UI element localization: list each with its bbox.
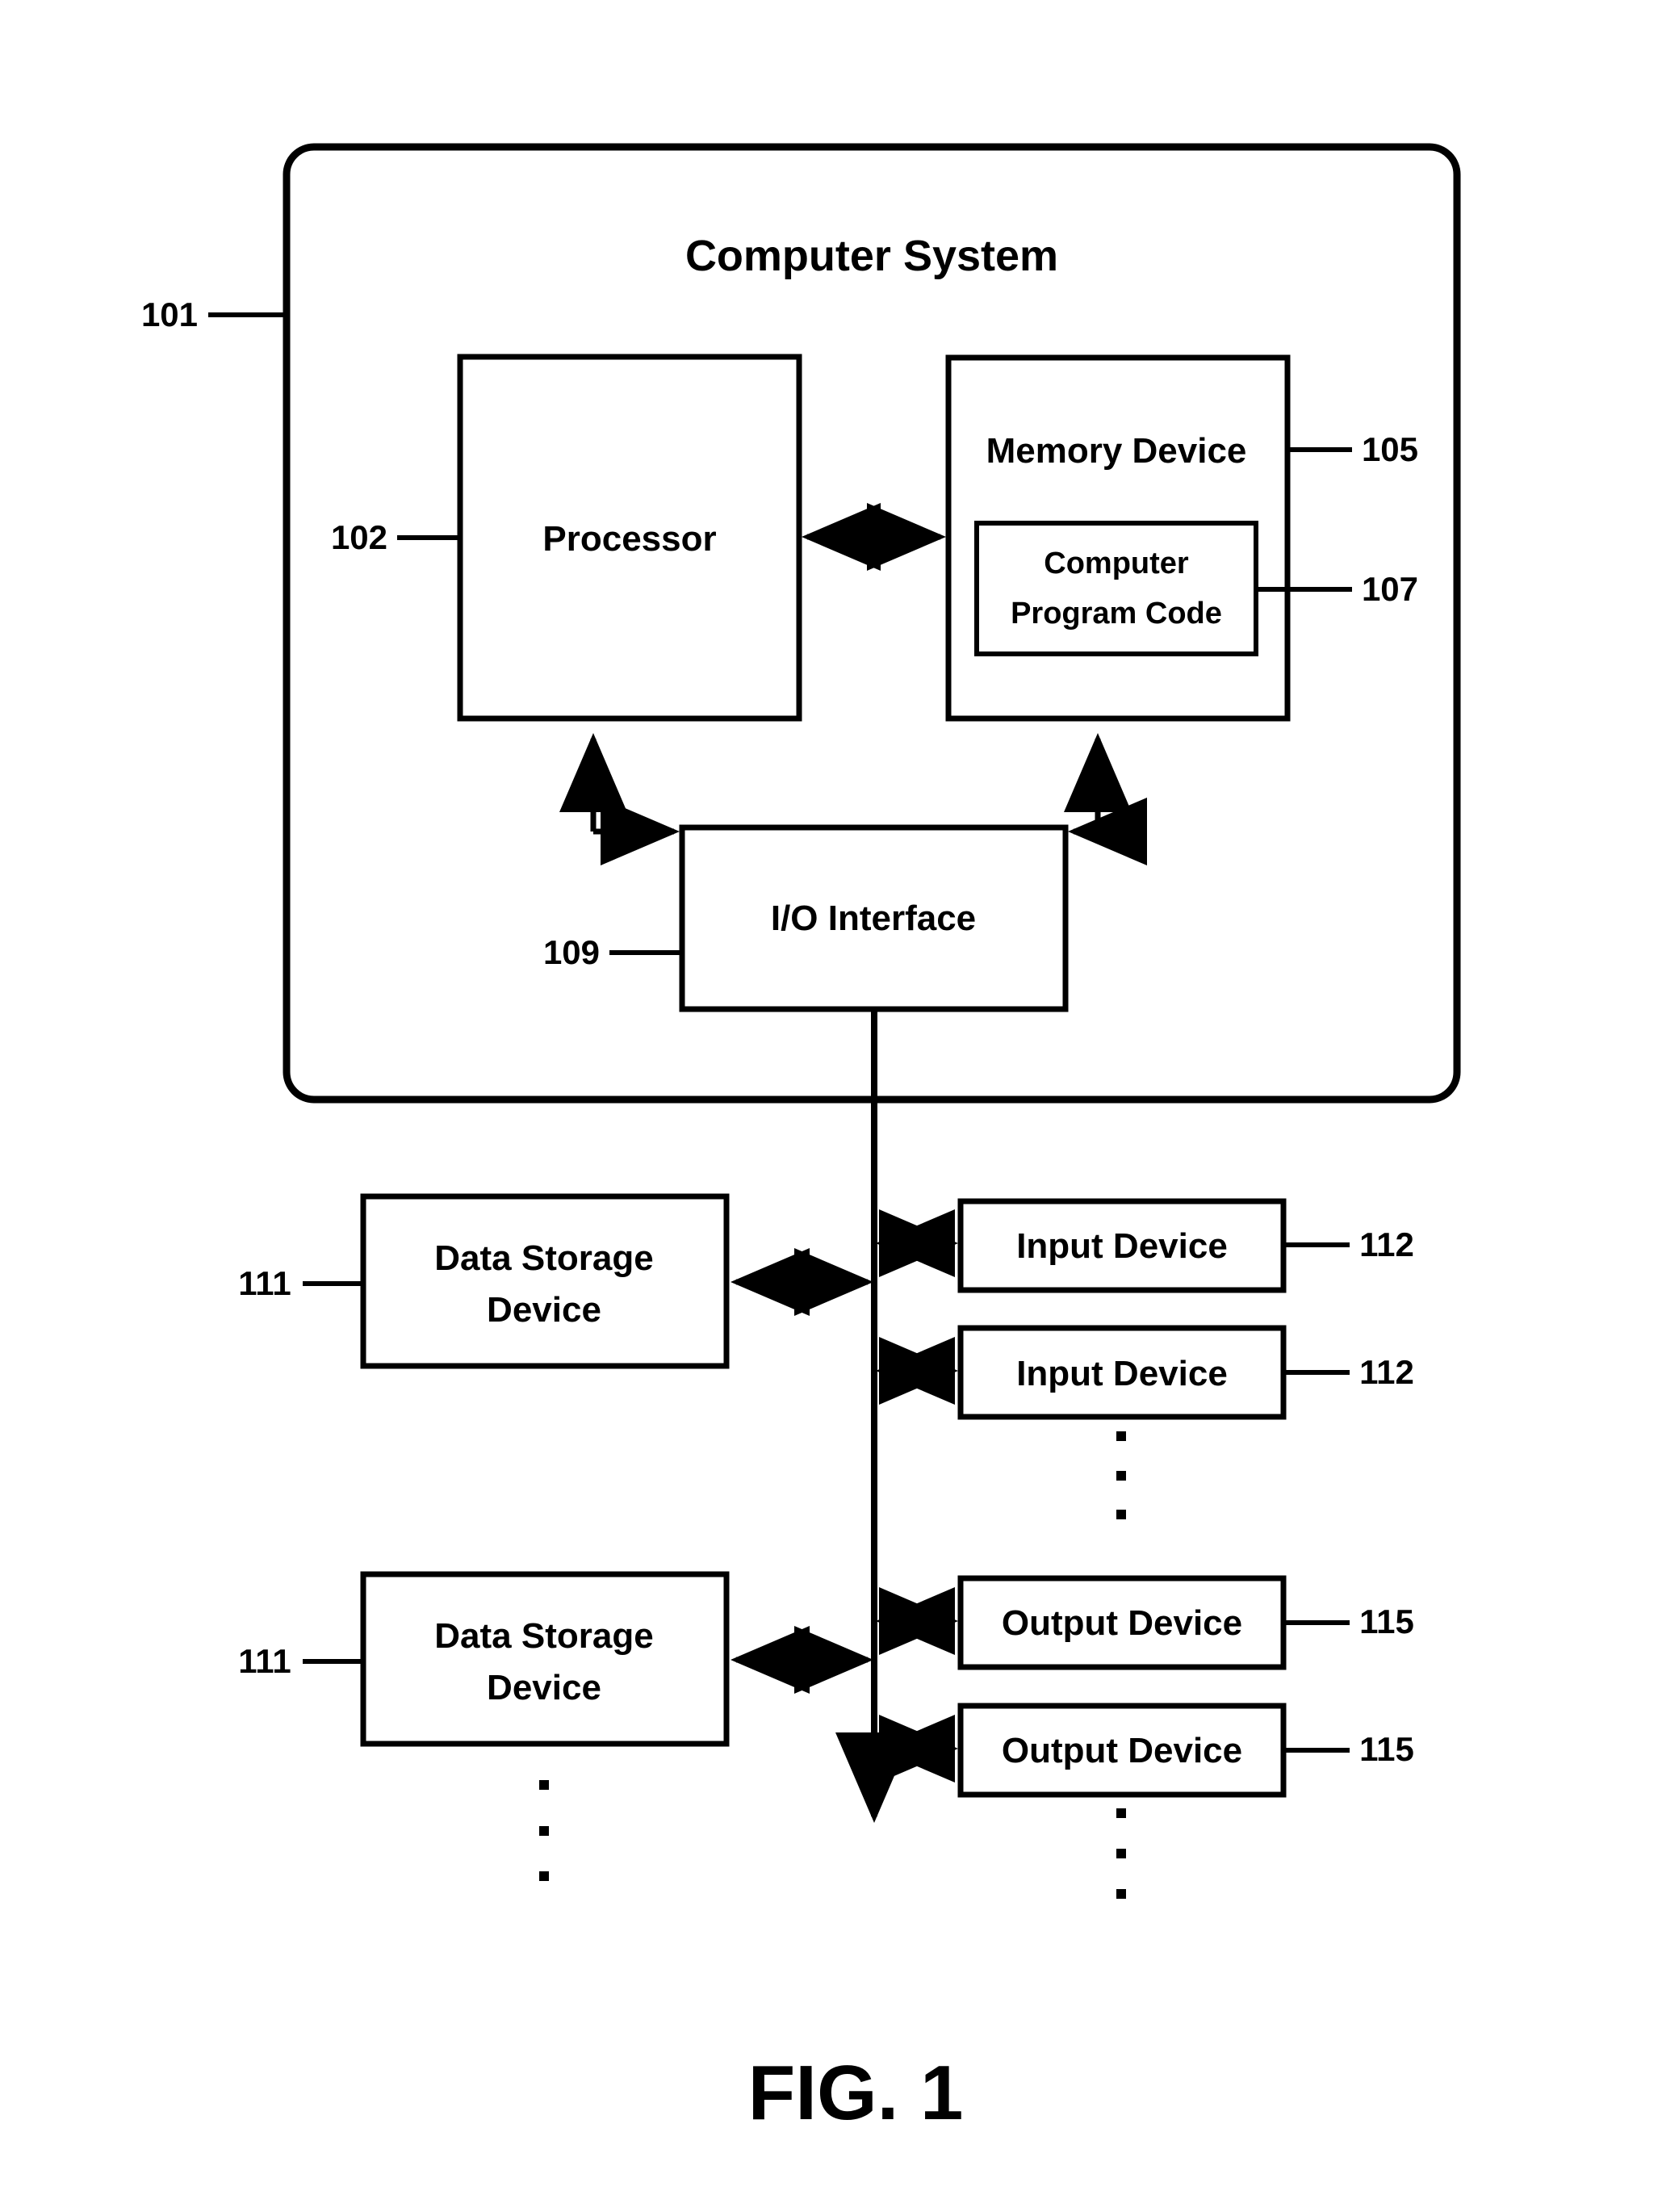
data-storage-device-2 [303,1571,873,1747]
processor-label: Processor [542,519,716,559]
computer-program-code-label-line1: Computer [1044,547,1189,580]
memory-device-block [945,354,1352,722]
data-storage-ellipsis [539,1780,549,1881]
input-devices-ellipsis [1116,1431,1126,1519]
io-processor-link [559,733,680,865]
figure-page: Computer System 101 Processor 102 Memory… [0,0,1662,2212]
io-memory-link [1064,733,1147,865]
output-device-1-label: Output Device [1002,1603,1242,1643]
computer-program-code-label-line2: Program Code [1011,597,1222,631]
computer-program-code-block [974,521,1352,656]
memory-device-label: Memory Device [986,431,1247,471]
ref-label-105: 105 [1362,430,1418,468]
ref-label-107: 107 [1362,570,1418,608]
ref-label-112-b: 112 [1359,1353,1414,1391]
ref-label-111-b: 111 [238,1642,291,1680]
data-storage-device-2-label-line2: Device [487,1668,601,1707]
data-storage-device-1-label-line2: Device [487,1290,601,1330]
data-storage-device-1 [303,1193,873,1369]
ref-label-115-a: 115 [1359,1602,1414,1640]
ref-label-115-b: 115 [1359,1730,1414,1768]
ref-label-101: 101 [141,295,198,333]
input-device-2-label: Input Device [1016,1354,1228,1393]
computer-system-block-diagram: Computer System 101 Processor 102 Memory… [141,143,1461,2136]
ref-label-109: 109 [543,933,600,971]
figure-caption: FIG. 1 [748,2050,964,2136]
io-interface-label: I/O Interface [771,899,976,938]
ref-label-111-a: 111 [238,1264,291,1302]
output-device-2-label: Output Device [1002,1731,1242,1770]
data-storage-device-2-label-line1: Data Storage [434,1616,653,1656]
data-storage-device-1-label-line1: Data Storage [434,1238,653,1278]
ref-label-102: 102 [331,518,387,556]
input-device-1-label: Input Device [1016,1226,1228,1266]
computer-system-title: Computer System [685,232,1058,280]
output-devices-ellipsis [1116,1808,1126,1899]
ref-label-112-a: 112 [1359,1225,1414,1263]
